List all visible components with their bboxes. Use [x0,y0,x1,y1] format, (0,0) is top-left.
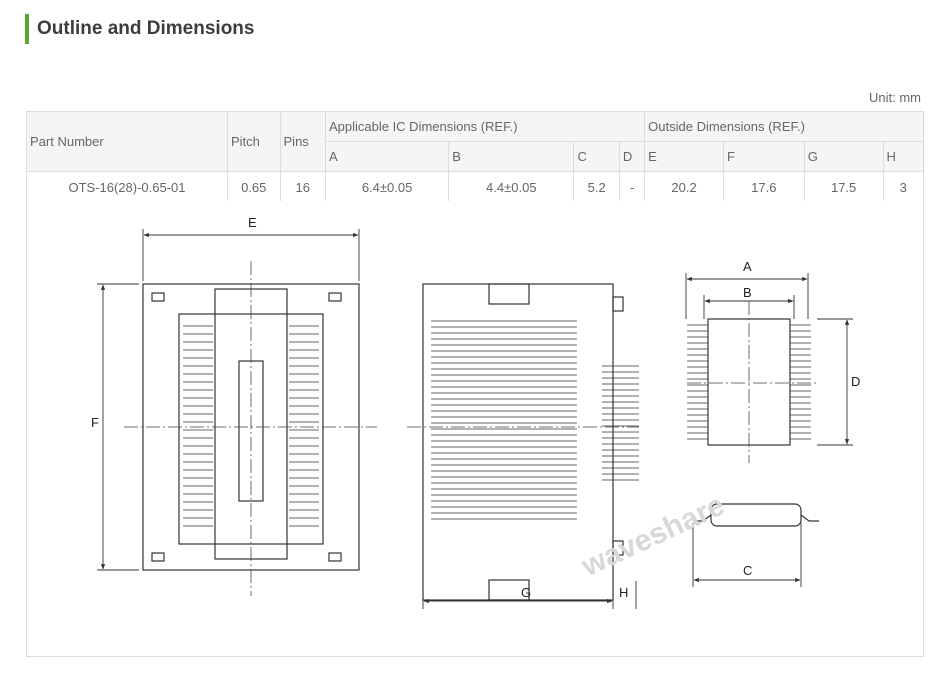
col-a-header: A [324,141,450,172]
col-h-header: H [882,141,925,172]
pins-cell: 16 [279,171,326,203]
outside-dimensions-header: Outside Dimensions (REF.) [644,111,924,142]
label-h: H [619,585,628,600]
a-cell: 6.4±0.05 [324,171,450,203]
outline-drawing: E F G H A B C D waveshare [91,215,860,609]
d-cell: - [618,171,646,203]
col-f-header: F [722,141,805,172]
applicable-ic-header: Applicable IC Dimensions (REF.) [324,111,646,142]
pitch-cell: 0.65 [227,171,281,203]
b-cell: 4.4±0.05 [448,171,575,203]
label-a: A [743,259,752,274]
label-g: G [521,585,531,600]
label-b: B [743,285,752,300]
section-header: Outline and Dimensions [25,14,254,44]
unit-label: Unit: mm [869,90,921,105]
h-cell: 3 [882,171,925,203]
dimension-drawing-panel: E F G H A B C D waveshare [26,201,924,657]
label-f: F [91,415,99,430]
c-cell: 5.2 [573,171,620,203]
page-title: Outline and Dimensions [37,18,255,39]
label-c: C [743,563,752,578]
table-row: OTS-16(28)-0.65-01 0.65 16 6.4±0.05 4.4±… [26,171,925,203]
label-d: D [851,374,860,389]
col-c-header: C [573,141,620,172]
center-lines [124,261,817,596]
col-d-header: D [618,141,646,172]
part-number-header: Part Number [26,111,228,172]
col-b-header: B [448,141,575,172]
label-e: E [248,215,257,230]
watermark-logo: waveshare [576,488,730,583]
pitch-header: Pitch [227,111,281,172]
ic-top-view [687,318,811,446]
part-number-cell: OTS-16(28)-0.65-01 [26,171,228,203]
col-e-header: E [644,141,724,172]
pins-header: Pins [279,111,326,172]
e-cell: 20.2 [644,171,724,203]
f-cell: 17.6 [722,171,805,203]
dimensions-table: Part Number Pitch Pins Applicable IC Dim… [26,111,925,203]
accent-bar [25,14,29,44]
col-g-header: G [803,141,884,172]
g-cell: 17.5 [803,171,884,203]
